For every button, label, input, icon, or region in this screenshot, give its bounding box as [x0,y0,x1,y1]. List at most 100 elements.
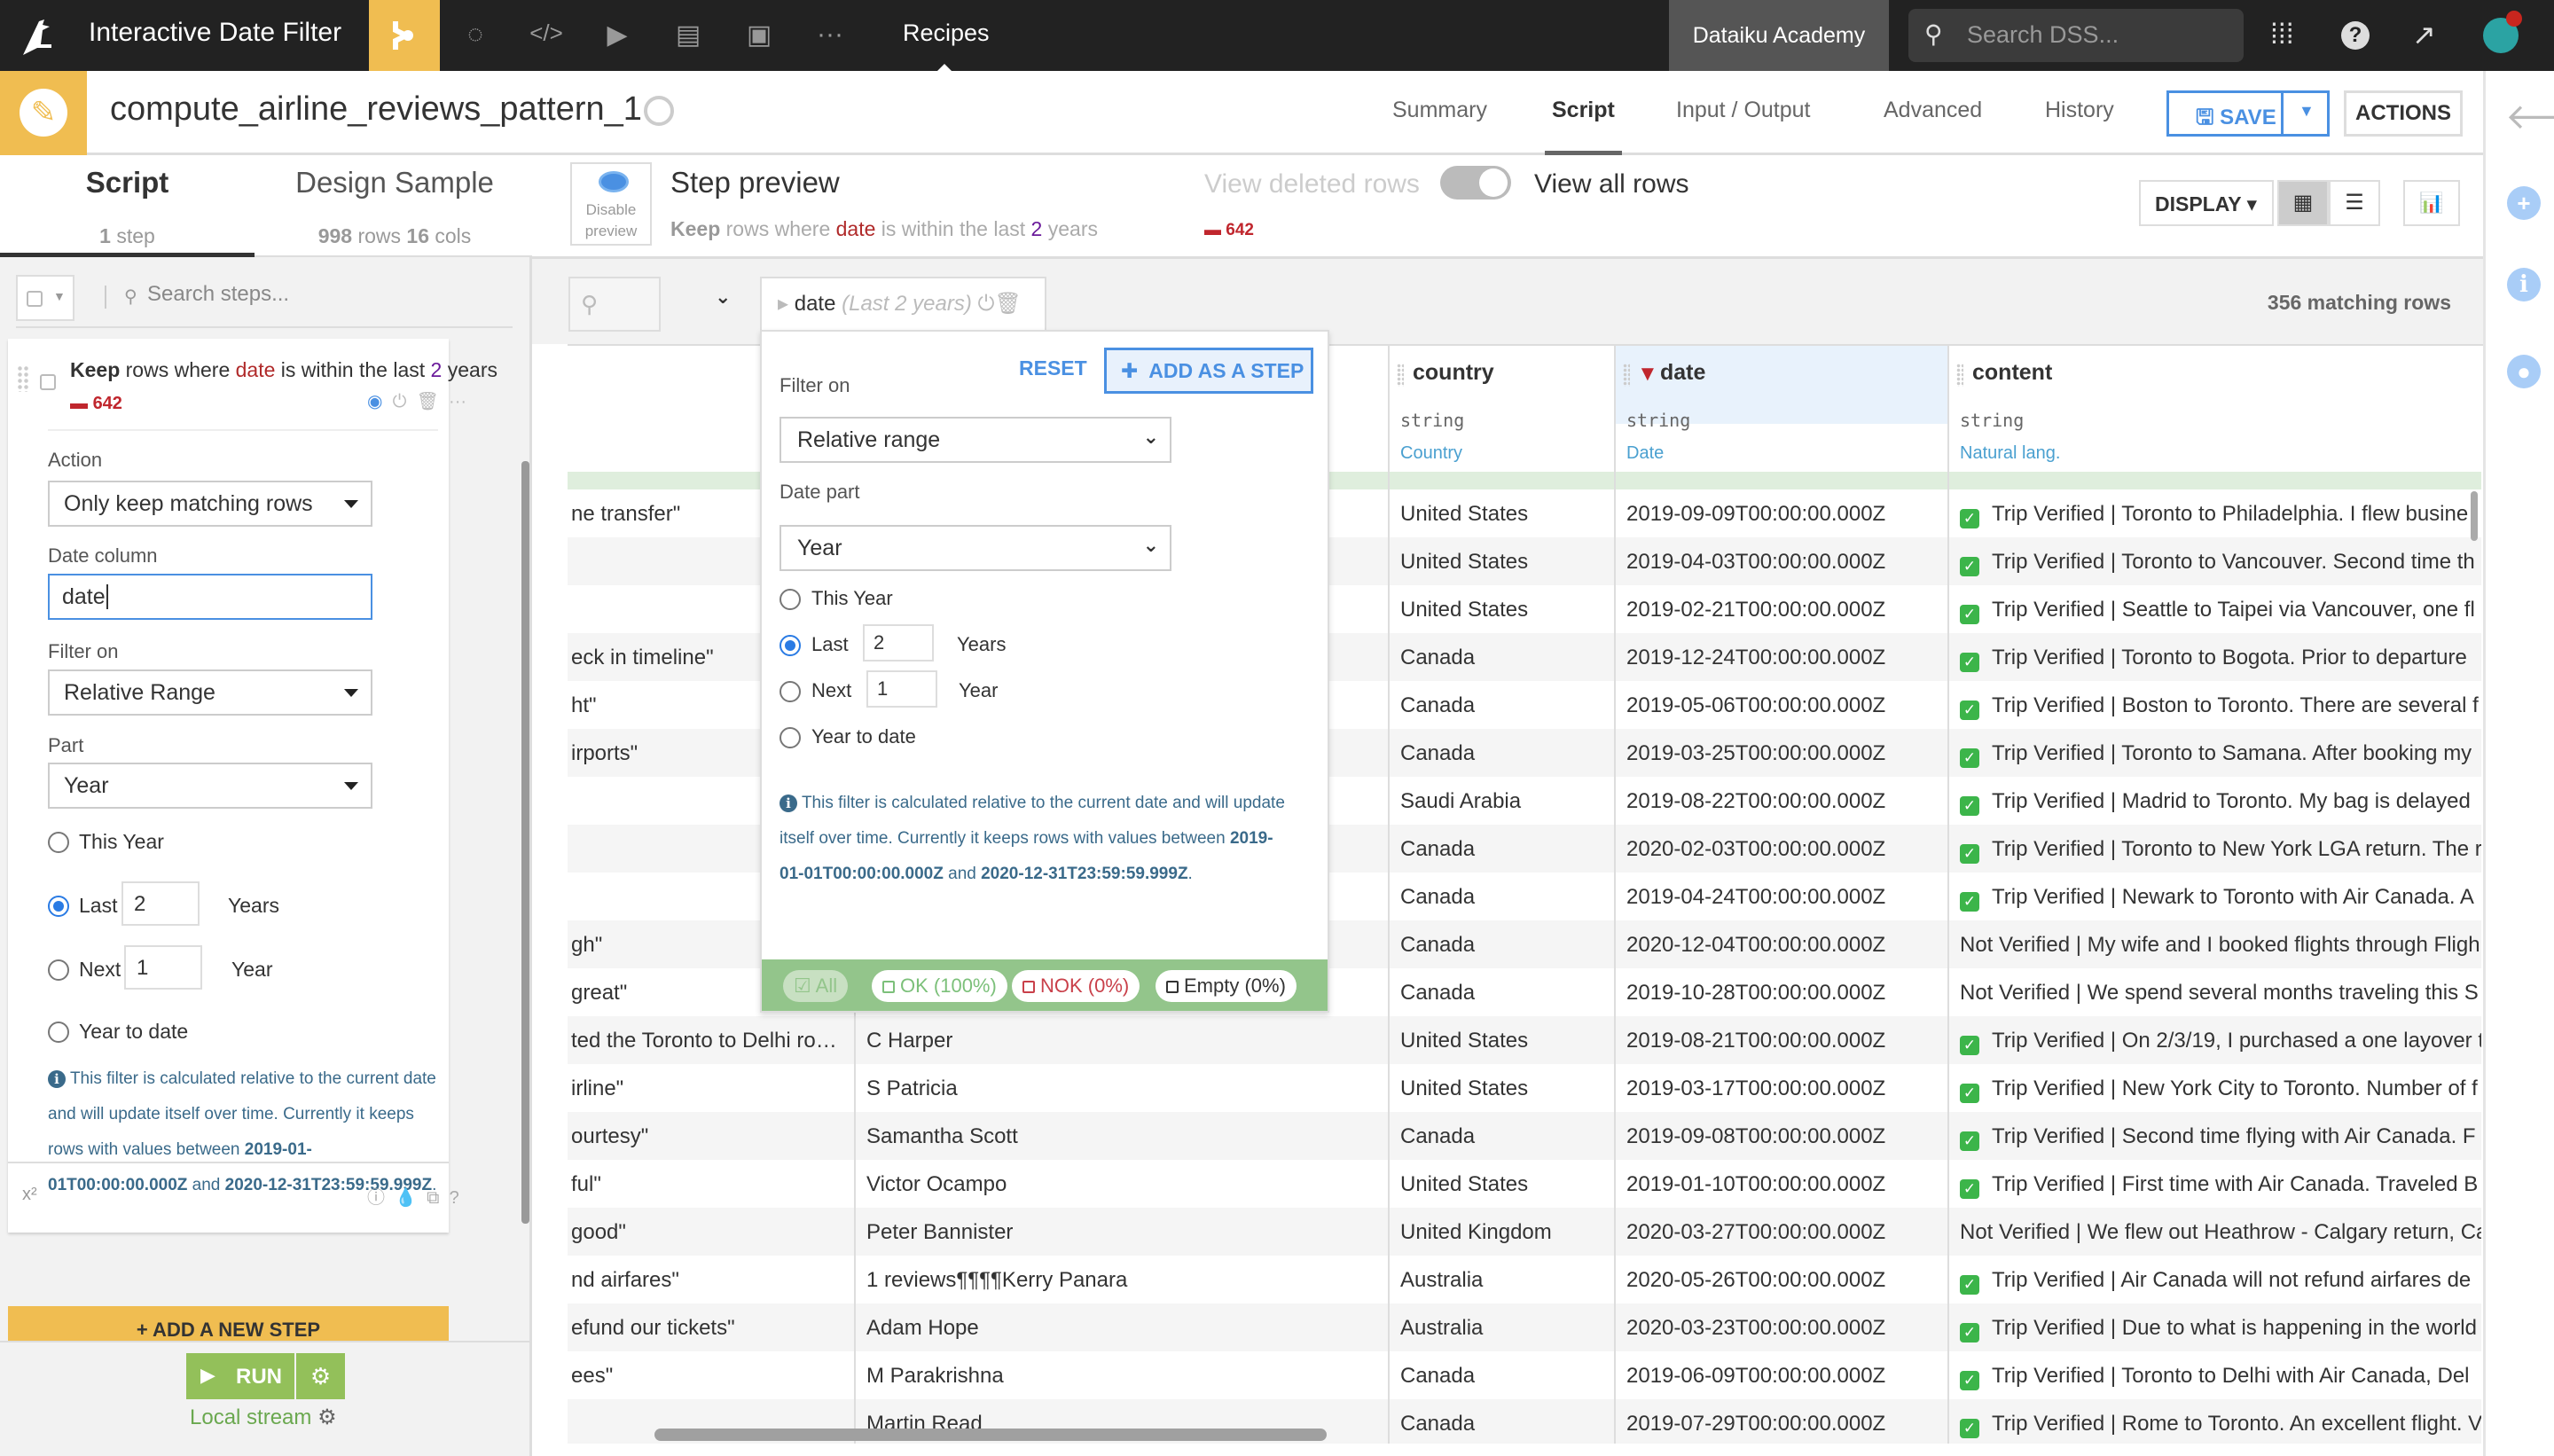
global-search-input[interactable]: ⚲ Search DSS... [1908,9,2244,62]
table-cell-country[interactable]: United States [1390,1016,1614,1064]
discussion-icon[interactable]: ● [2507,355,2541,388]
radio-this-year[interactable] [48,832,69,853]
tab-script[interactable]: Script [1545,98,1622,156]
info-icon[interactable]: ⓘ [367,1188,385,1208]
table-cell-content[interactable]: ✓ Trip Verified | New York City to Toront… [1949,1064,2481,1112]
table-cell-title[interactable]: good" [568,1208,854,1256]
view-mode-toggle[interactable] [1440,166,1511,200]
filter-on-select[interactable]: Relative Range [48,669,372,716]
table-cell-country[interactable]: Canada [1390,1112,1614,1160]
table-cell-country[interactable]: Canada [1390,968,1614,1016]
column-header-content[interactable]: content string Natural lang. [1949,346,2481,472]
table-cell-date[interactable]: 2019-04-24T00:00:00.000Z [1616,873,1947,920]
popup-next-n-input[interactable]: 1 [866,670,937,708]
table-cell-date[interactable]: 2020-05-26T00:00:00.000Z [1616,1256,1947,1303]
add-icon[interactable]: + [2507,186,2541,220]
table-cell-country[interactable]: Canada [1390,633,1614,681]
table-view-button[interactable]: ▦ [2277,180,2329,226]
table-cell-content[interactable]: ✓ Trip Verified | Toronto to Delhi with A… [1949,1351,2481,1399]
date-filter-chip[interactable]: ▸ date (Last 2 years) ⏻🗑 [760,277,1046,332]
popup-last-n-input[interactable]: 2 [863,624,934,661]
table-cell-title[interactable]: ourtesy" [568,1112,854,1160]
table-cell-content[interactable]: ✓ Trip Verified | Toronto to New York LGA… [1949,825,2481,873]
table-cell-date[interactable]: 2019-03-25T00:00:00.000Z [1616,729,1947,777]
table-cell-country[interactable]: United States [1390,585,1614,633]
table-cell-country[interactable]: United States [1390,489,1614,537]
charts-button[interactable]: 📊 [2403,180,2460,226]
add-as-step-button[interactable]: ✚ ADD AS A STEP [1104,348,1313,394]
table-cell-content[interactable]: ✓ Trip Verified | Toronto to Vancouver. S… [1949,537,2481,585]
table-cell-date[interactable]: 2020-02-03T00:00:00.000Z [1616,825,1947,873]
display-dropdown[interactable]: DISPLAY ▾ [2139,180,2274,226]
code-icon[interactable]: </> [529,20,564,47]
table-cell-content[interactable]: ✓ Trip Verified | Rome to Toronto. An exc… [1949,1399,2481,1444]
dataiku-bird-logo[interactable] [16,14,60,57]
step-checkbox[interactable] [40,374,56,390]
table-cell-content[interactable]: ✓ Trip Verified | Second time flying with… [1949,1112,2481,1160]
tab-history[interactable]: History [2045,98,2114,123]
save-button[interactable]: 🖫 SAVE ▼ [2166,90,2330,137]
table-cell-country[interactable]: Canada [1390,729,1614,777]
table-cell-content[interactable]: ✓ Trip Verified | Air Canada will not ref… [1949,1256,2481,1303]
activity-trend-icon[interactable]: ↗ [2412,18,2436,51]
save-dropdown-icon[interactable]: ▼ [2299,102,2315,121]
reset-button[interactable]: RESET [1019,356,1087,380]
table-cell-date[interactable]: 2019-02-21T00:00:00.000Z [1616,585,1947,633]
instance-name[interactable]: Dataiku Academy [1669,0,1889,71]
trash-icon[interactable]: 🗑 [417,392,439,411]
table-cell-content[interactable]: ✓ Trip Verified | Toronto to Samana. Afte… [1949,729,2481,777]
tab-input-output[interactable]: Input / Output [1676,98,1811,123]
table-cell-date[interactable]: 2019-10-28T00:00:00.000Z [1616,968,1947,1016]
collapse-arrow-icon[interactable]: 🡐 [2505,94,2554,137]
table-cell-date[interactable]: 2019-09-08T00:00:00.000Z [1616,1112,1947,1160]
table-cell-date[interactable]: 2019-01-10T00:00:00.000Z [1616,1160,1947,1208]
table-cell-author[interactable]: 1 reviews¶¶¶¶Kerry Panara [856,1256,1388,1303]
date-part-select[interactable]: Year ⌄ [780,525,1171,571]
color-drop-icon[interactable]: 💧 [395,1188,417,1208]
tab-design-sample[interactable]: Design Sample [257,166,532,200]
table-cell-content[interactable]: Not Verified | My wife and I booked flig… [1949,920,2481,968]
table-cell-content[interactable]: ✓ Trip Verified | Newark to Toronto with … [1949,873,2481,920]
table-cell-date[interactable]: 2019-06-09T00:00:00.000Z [1616,1351,1947,1399]
disable-preview-button[interactable]: Disable preview [570,162,652,246]
table-cell-country[interactable]: United Kingdom [1390,1208,1614,1256]
table-cell-country[interactable]: Canada [1390,1399,1614,1444]
run-settings-button[interactable]: ⚙ [296,1353,345,1399]
table-cell-author[interactable]: Peter Bannister [856,1208,1388,1256]
help-icon[interactable]: ? [2341,21,2370,50]
actions-button[interactable]: ACTIONS [2344,90,2463,137]
pill-nok[interactable]: NOK (0%) [1012,970,1140,1002]
table-cell-country[interactable]: Australia [1390,1256,1614,1303]
table-cell-country[interactable]: United States [1390,1160,1614,1208]
tab-script-steps[interactable]: Script [0,166,255,200]
view-all-rows-label[interactable]: View all rows [1534,169,1689,200]
table-cell-author[interactable]: Samantha Scott [856,1112,1388,1160]
table-cell-date[interactable]: 2020-03-23T00:00:00.000Z [1616,1303,1947,1351]
table-cell-date[interactable]: 2019-07-29T00:00:00.000Z [1616,1399,1947,1444]
copy-icon[interactable]: ⧉ [427,1188,439,1208]
table-cell-author[interactable]: S Patricia [856,1064,1388,1112]
vertical-scrollbar[interactable] [2471,491,2478,541]
power-toggle-icon[interactable]: ⏻ [978,292,995,316]
table-cell-content[interactable]: ✓ Trip Verified | First time with Air Can… [1949,1160,2481,1208]
flow-button[interactable] [369,0,440,71]
tab-advanced[interactable]: Advanced [1884,98,1982,123]
date-column-input[interactable]: date [48,574,372,620]
chevron-down-icon[interactable]: ⌄ [715,286,731,309]
table-cell-content[interactable]: ✓ Trip Verified | Due to what is happenin… [1949,1303,2481,1351]
pill-empty[interactable]: Empty (0%) [1156,970,1297,1002]
trash-icon[interactable]: 🗑 [994,292,1021,316]
table-cell-country[interactable]: Canada [1390,1351,1614,1399]
more-icon[interactable]: ··· [812,20,848,50]
table-cell-title[interactable]: irline" [568,1064,854,1112]
recipe-info-icon[interactable] [644,96,674,126]
pill-all[interactable]: ☑ All [783,970,849,1002]
run-button[interactable]: ▶ RUN [186,1353,294,1399]
action-select[interactable]: Only keep matching rows [48,481,372,527]
table-cell-author[interactable]: Adam Hope [856,1303,1388,1351]
table-cell-date[interactable]: 2019-08-22T00:00:00.000Z [1616,777,1947,825]
next-n-input[interactable]: 1 [124,945,202,990]
table-cell-content[interactable]: ✓ Trip Verified | On 2/3/19, I purchased … [1949,1016,2481,1064]
table-cell-content[interactable]: Not Verified | We flew out Heathrow - Ca… [1949,1208,2481,1256]
view-deleted-rows-label[interactable]: View deleted rows [1204,169,1420,200]
